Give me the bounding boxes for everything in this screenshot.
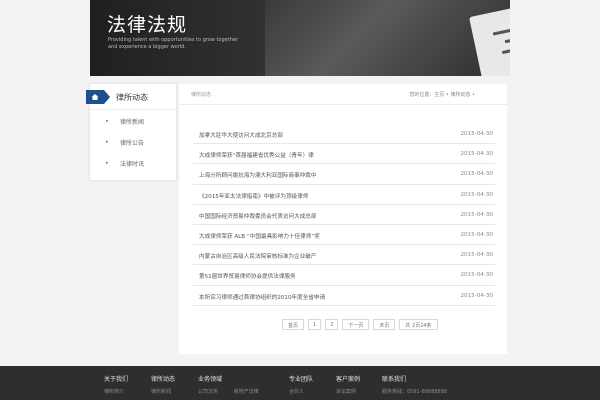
news-title[interactable]: 本所实习律师通过首律协组织的2010年度全省申请 [199, 293, 325, 301]
news-date: 2015-04-30 [460, 191, 493, 198]
list-item[interactable]: 上海分所顾问姚抗海为澳大利亚国际商事仲裁中 2015-04-30 [193, 164, 495, 185]
news-list: 加拿大驻华大使访问大成北京总部 2015-04-30 大成律师荣获“首届福建省优… [193, 124, 495, 306]
news-title[interactable]: 《2015年亚太法律指南》中被评为顶级律师 [199, 192, 308, 200]
footer-heading[interactable]: 客户案例 [336, 374, 360, 383]
list-item[interactable]: 大成律师荣获“首届福建省优秀公益（青年）律 2015-04-30 [193, 144, 495, 165]
banner-subtitle: Providing talent with opportunities to g… [108, 37, 268, 51]
sidebar-item-label: 律所公告 [120, 140, 145, 147]
list-item[interactable]: 中国国际经济贸易仲裁委员会代表访问大成总部 2015-04-30 [193, 205, 495, 225]
footer-heading[interactable]: 业务领域 [198, 374, 259, 383]
sidebar-tag [86, 90, 110, 104]
news-date: 2015-04-30 [460, 211, 493, 218]
footer-hotline: 服务热线：0591-88888888 [382, 389, 447, 395]
sidebar-title: 律所动态 [116, 93, 148, 102]
footer-col-contact: 联系我们 服务热线：0591-88888888 [382, 374, 447, 395]
news-date: 2015-04-30 [460, 252, 493, 259]
news-title[interactable]: 内蒙古自治区高级人民法院审核标准为企业破产 [199, 252, 316, 260]
page-1-button[interactable]: 1 [308, 319, 322, 330]
news-date: 2015-04-30 [460, 131, 493, 137]
list-item[interactable]: 内蒙古自治区高级人民法院审核标准为企业破产 2015-04-30 [193, 245, 495, 266]
footer-link-row: 公司法务 房地产法律 [198, 388, 259, 395]
list-item[interactable]: 加拿大驻华大使访问大成北京总部 2015-04-30 [193, 124, 495, 145]
news-title[interactable]: 中国国际经济贸易仲裁委员会代表访问大成总部 [199, 212, 316, 220]
footer-heading[interactable]: 联系我们 [382, 374, 447, 383]
pagination: 首页 1 2 下一页 末页 共 2页24条 [282, 319, 438, 331]
chevron-right-icon: ▸ [106, 139, 109, 145]
footer-heading[interactable]: 专业团队 [289, 374, 313, 383]
news-title[interactable]: 大成律师荣获 ALB “中国最具影响力十佳律师”奖 [199, 232, 320, 240]
news-title[interactable]: 第51届世界贸易律师协会提供法律服务 [199, 272, 296, 280]
footer-link[interactable]: 房地产法律 [234, 389, 259, 395]
sidebar-item-firm-notices[interactable]: ▸ 律所公告 [90, 133, 176, 152]
home-icon [91, 94, 99, 100]
next-page-button[interactable]: 下一页 [342, 319, 370, 330]
footer-col-news: 律所动态 律所新闻 [151, 374, 175, 395]
footer-link[interactable]: 律所新闻 [151, 388, 175, 395]
breadcrumb[interactable]: 您的位置：主页 • 律所动态 • [409, 91, 475, 98]
sidebar-header: 律所动态 [86, 84, 176, 110]
footer-heading[interactable]: 关于我们 [104, 374, 128, 383]
page-2-button[interactable]: 2 [325, 319, 339, 330]
footer: 关于我们 律所简介 律所动态 律所新闻 业务领域 公司法务 房地产法律 专业团队… [0, 366, 600, 400]
footer-col-about: 关于我们 律所简介 [104, 374, 128, 395]
sidebar-item-label: 法律时讯 [120, 161, 145, 168]
banner-subtitle-line2: and experience a bigger world. [108, 44, 186, 50]
list-item[interactable]: 大成律师荣获 ALB “中国最具影响力十佳律师”奖 2015-04-30 [193, 225, 495, 246]
footer-col-cases: 客户案例 诉讼案例 [336, 374, 360, 395]
footer-heading[interactable]: 律所动态 [151, 374, 175, 383]
chevron-right-icon: ▸ [106, 160, 109, 166]
news-date: 2015-04-30 [460, 231, 493, 238]
list-item[interactable]: 本所实习律师通过首律协组织的2010年度全省申请 2015-04-30 [193, 286, 495, 306]
news-date: 2015-04-30 [460, 292, 493, 299]
footer-col-practice: 业务领域 公司法务 房地产法律 [198, 374, 259, 395]
sidebar-item-label: 律所新闻 [120, 119, 145, 126]
news-title[interactable]: 大成律师荣获“首届福建省优秀公益（青年）律 [199, 151, 314, 159]
main-content: 律所动态 您的位置：主页 • 律所动态 • 加拿大驻华大使访问大成北京总部 20… [179, 84, 507, 354]
section-title: 律所动态 [191, 92, 212, 98]
list-item[interactable]: 《2015年亚太法律指南》中被评为顶级律师 2015-04-30 [193, 185, 495, 205]
banner: 法律法规 Providing talent with opportunities… [90, 0, 510, 76]
news-title[interactable]: 上海分所顾问姚抗海为澳大利亚国际商事仲裁中 [199, 171, 316, 179]
footer-link[interactable]: 律所简介 [104, 388, 128, 395]
banner-photo [265, 0, 510, 76]
news-date: 2015-04-30 [460, 151, 493, 158]
sidebar: 律所动态 ▸ 律所新闻 ▸ 律所公告 ▸ 法律时讯 [86, 84, 176, 180]
main-header: 律所动态 您的位置：主页 • 律所动态 • [179, 84, 507, 105]
page-total: 共 2页24条 [399, 319, 438, 330]
footer-col-team: 专业团队 合伙人 [289, 374, 313, 395]
first-page-button[interactable]: 首页 [282, 319, 305, 330]
banner-subtitle-line1: Providing talent with opportunities to g… [108, 37, 239, 43]
last-page-button[interactable]: 末页 [373, 319, 396, 330]
footer-link[interactable]: 公司法务 [198, 389, 218, 395]
news-date: 2015-04-30 [460, 171, 493, 178]
footer-link[interactable]: 诉讼案例 [336, 388, 360, 395]
news-title[interactable]: 加拿大驻华大使访问大成北京总部 [199, 131, 283, 139]
footer-link[interactable]: 合伙人 [289, 388, 313, 395]
news-date: 2015-04-30 [460, 272, 493, 279]
sidebar-item-firm-news[interactable]: ▸ 律所新闻 [90, 112, 176, 131]
page-title: 法律法规 [107, 14, 188, 36]
chevron-right-icon: ▸ [106, 118, 109, 124]
sidebar-item-legal-news[interactable]: ▸ 法律时讯 [90, 154, 176, 173]
calligraphy-paper-image [469, 0, 510, 76]
list-item[interactable]: 第51届世界贸易律师协会提供法律服务 2015-04-30 [193, 265, 495, 286]
